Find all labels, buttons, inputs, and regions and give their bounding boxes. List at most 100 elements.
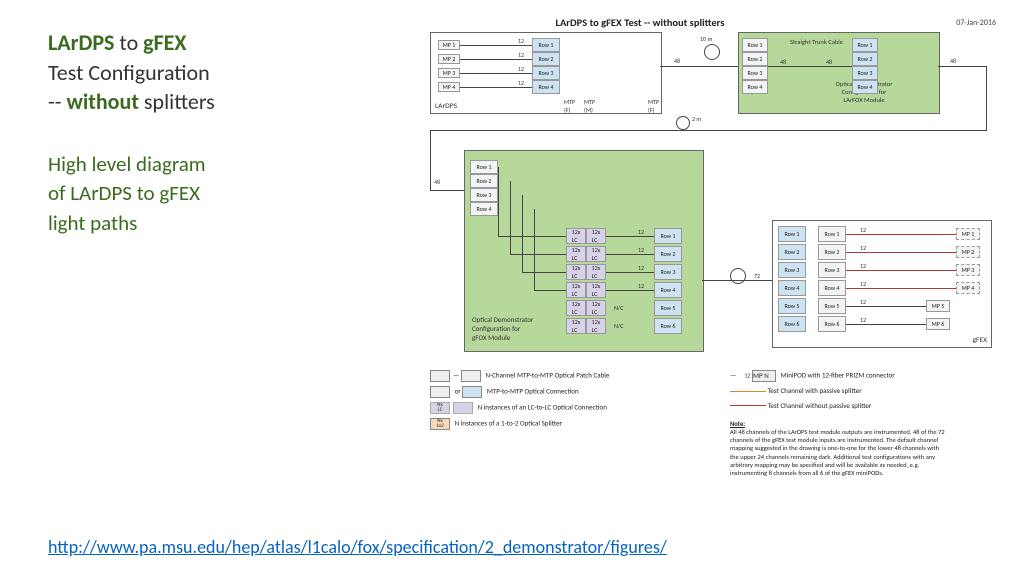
- t12a: 12: [518, 37, 524, 45]
- fan-h4: [534, 290, 566, 291]
- nc1: N/C: [614, 304, 623, 312]
- gf-r1: Row 1: [778, 226, 806, 242]
- tl12b: 12: [638, 246, 644, 254]
- note-head: Note:: [730, 420, 745, 428]
- footer-url[interactable]: http://www.pa.msu.edu/hep/atlas/l1calo/f…: [48, 536, 667, 558]
- gf2-r3: Row 3: [818, 262, 846, 278]
- g12d: 12: [860, 280, 866, 288]
- loop-icon-1: [704, 44, 720, 60]
- diagram-date: 07-Jan-2016: [956, 18, 996, 28]
- title-w3: gFEX: [143, 29, 186, 56]
- w-into-gfox: [430, 190, 464, 191]
- lf-rr3: Row 3: [852, 66, 878, 80]
- leg-r3: Test Channel without passive splitter: [768, 401, 872, 410]
- lc6a: 12x LC: [566, 318, 586, 334]
- wlc3: [606, 272, 654, 273]
- mp2: MP 2: [438, 54, 460, 64]
- g12c: 12: [860, 262, 866, 270]
- lc4a: 12x LC: [566, 282, 586, 298]
- t12b: 12: [518, 51, 524, 59]
- fan-h1: [498, 236, 566, 237]
- w-drop2: [430, 130, 431, 190]
- w-mp4: [460, 87, 532, 88]
- sw-lc2-icon: [453, 402, 473, 414]
- lc5b: 12x LC: [586, 300, 606, 316]
- sw-split-icon: Nx 1x2: [430, 418, 450, 430]
- tl12d: 12: [638, 282, 644, 290]
- gf-r5: Row 5: [778, 298, 806, 314]
- wlc2: [606, 254, 654, 255]
- rw1: [846, 234, 956, 235]
- lc1b: 12x LC: [586, 228, 606, 244]
- gf2-r1: Row 1: [818, 226, 846, 242]
- title-w1: LArDPS: [48, 29, 114, 56]
- rw4: [846, 288, 956, 289]
- rw2: [846, 252, 956, 253]
- subtitle-block: High level diagram of LArDPS to gFEX lig…: [48, 150, 206, 238]
- t12c: 12: [518, 65, 524, 73]
- w-out: [938, 66, 986, 67]
- g12f: 12: [860, 316, 866, 324]
- mp1: MP 1: [438, 40, 460, 50]
- lardps-row2: Row 2: [532, 52, 560, 66]
- g12b: 12: [860, 244, 866, 252]
- w-mp1: [460, 45, 532, 46]
- leg-12: 12: [744, 372, 750, 380]
- leg-r1: MiniPOD with 12-fiber PRIZM connector: [781, 371, 895, 380]
- gx-r1: Row 1: [470, 160, 498, 174]
- gfex-label: gFEX: [972, 336, 987, 345]
- t48d: 48: [950, 57, 956, 65]
- trunk-label: Straight Trunk Cable: [790, 38, 843, 46]
- loop-icon-3: [730, 268, 746, 284]
- title-w2: to: [114, 29, 143, 56]
- t12d: 12: [518, 79, 524, 87]
- w-trunk: [768, 66, 852, 67]
- lardps-row1: Row 1: [532, 38, 560, 52]
- gmp3: MP 3: [956, 264, 980, 276]
- gxr-r4: Row 4: [654, 282, 682, 298]
- lf-r2: Row 2: [742, 52, 768, 66]
- gxr-r3: Row 3: [654, 264, 682, 280]
- tl12a: 12: [638, 228, 644, 236]
- t48a: 48: [674, 57, 680, 65]
- g12a: 12: [860, 226, 866, 234]
- lc2a: 12x LC: [566, 246, 586, 262]
- title-block: LArDPS to gFEX Test Configuration -- wit…: [48, 28, 215, 117]
- w-horiz-back: [430, 130, 987, 131]
- legend-left: — N-Channel MTP-to-MTP Optical Patch Cab…: [430, 370, 609, 430]
- legend-right: —12 MP N MiniPOD with 12-fiber PRIZM con…: [730, 370, 895, 411]
- gf-r3: Row 3: [778, 262, 806, 278]
- w-drop1: [986, 66, 987, 130]
- lf-rr2: Row 2: [852, 52, 878, 66]
- nc2: N/C: [614, 322, 623, 330]
- gf-r6: Row 6: [778, 316, 806, 332]
- title-line2: Test Configuration: [48, 59, 210, 86]
- bw5: [846, 306, 926, 307]
- wlc1: [606, 236, 654, 237]
- wlc4: [606, 290, 654, 291]
- lardps-row3: Row 3: [532, 66, 560, 80]
- lc3b: 12x LC: [586, 264, 606, 280]
- slide: LArDPS to gFEX Test Configuration -- wit…: [0, 0, 1024, 576]
- gf2-r6: Row 6: [818, 316, 846, 332]
- loop-icon-2: [676, 116, 690, 130]
- gx-r4: Row 4: [470, 202, 498, 216]
- swatch-grey2-icon: [461, 370, 481, 382]
- orange-line-icon: [730, 391, 766, 392]
- mtpF2: MTP (F): [648, 98, 659, 114]
- gxr-r5: Row 5: [654, 300, 682, 316]
- lf-rr1: Row 1: [852, 38, 878, 52]
- diagram-panel: LArDPS to gFEX Test -- without splitters…: [420, 20, 1004, 520]
- red-line-icon: [730, 405, 766, 406]
- gxr-r2: Row 2: [654, 246, 682, 262]
- t48c: 48: [826, 58, 832, 66]
- gxr-r6: Row 6: [654, 318, 682, 334]
- footer-link[interactable]: http://www.pa.msu.edu/hep/atlas/l1calo/f…: [48, 536, 667, 558]
- title-line3c: splitters: [139, 88, 215, 115]
- lc6b: 12x LC: [586, 318, 606, 334]
- tl12c: 12: [638, 264, 644, 272]
- fan-h2: [510, 254, 566, 255]
- lardps-label: LArDPS: [435, 102, 457, 111]
- t72: 72: [754, 272, 760, 280]
- sub-l1: High level diagram: [48, 151, 206, 177]
